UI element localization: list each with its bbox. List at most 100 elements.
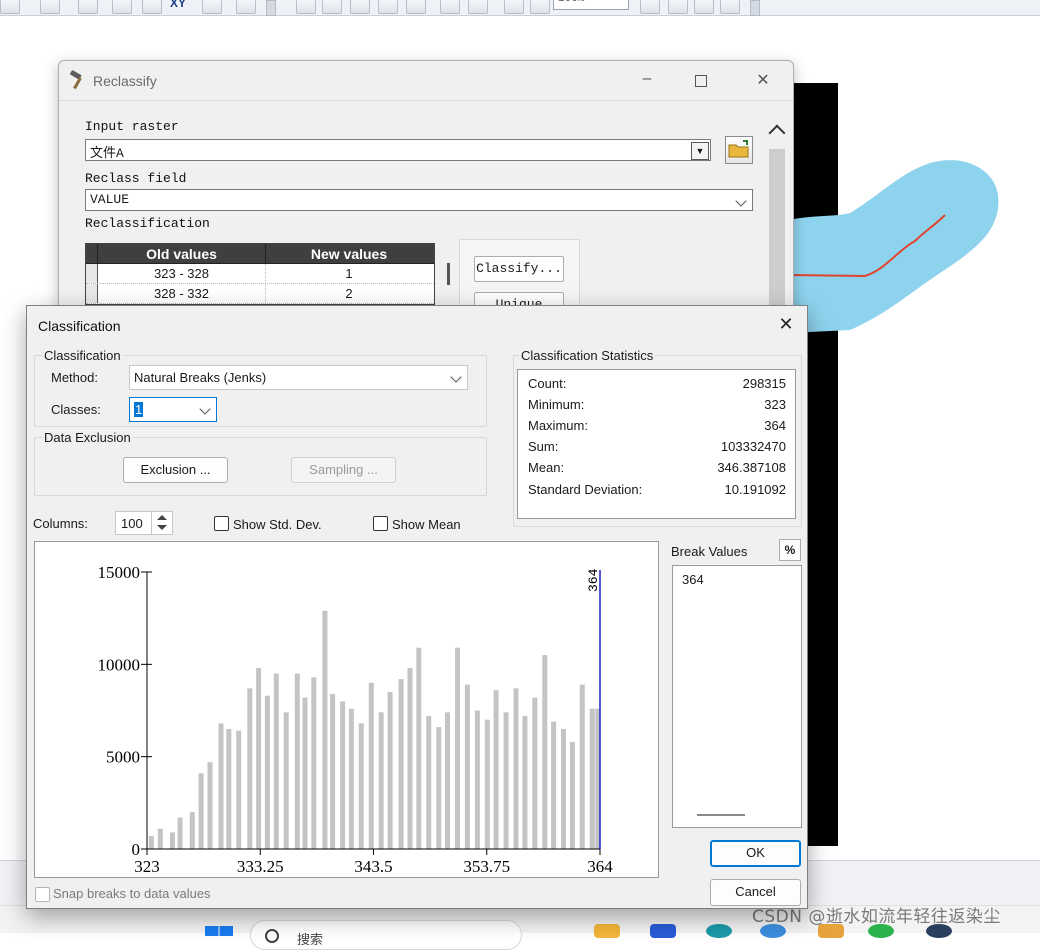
columns-spinner[interactable] — [151, 512, 171, 534]
chevron-down-icon — [735, 195, 747, 207]
histogram-panel[interactable]: 15000 10000 5000 0 323 333.25 343.5 353.75 364 … — [34, 541, 659, 878]
classify-button[interactable]: Classify... — [474, 256, 564, 282]
spin-down-icon[interactable] — [157, 525, 167, 530]
arcmap-toolbar: XY 100% — [0, 0, 1040, 16]
histogram-bar — [522, 716, 528, 849]
input-raster-value: 文件A — [90, 146, 124, 161]
statistics-box: Count: 298315 Minimum: 323 Maximum: 364 Sum… — [517, 369, 796, 519]
classes-label: Classes: — [51, 402, 101, 417]
show-std-dev-checkbox[interactable] — [214, 516, 229, 531]
histogram-bar — [407, 668, 413, 849]
histogram-bar — [398, 679, 404, 849]
zoom-level-select[interactable]: 100% — [553, 0, 629, 10]
snap-breaks-checkbox[interactable] — [35, 887, 50, 902]
new-value-cell[interactable]: 2 — [266, 284, 432, 303]
histogram-bar — [207, 762, 213, 849]
minimize-icon[interactable]: – — [637, 70, 657, 90]
stat-std-dev: Standard Deviation: 10.191092 — [528, 482, 786, 497]
page-icon[interactable] — [530, 0, 550, 14]
columns-icon[interactable] — [694, 0, 714, 14]
page-icon[interactable] — [504, 0, 524, 14]
comment-icon[interactable] — [40, 0, 60, 14]
break-values-list[interactable]: 364 — [672, 565, 802, 828]
add-data-icon[interactable] — [236, 0, 256, 14]
exclusion-button[interactable]: Exclusion ... — [123, 457, 228, 483]
reclass-field-value: VALUE — [90, 192, 130, 207]
layout-view-icon[interactable] — [640, 0, 660, 14]
spin-up-icon[interactable] — [157, 515, 167, 520]
show-mean-checkbox[interactable] — [373, 516, 388, 531]
histogram-bar — [542, 655, 548, 849]
close-icon[interactable]: ✕ — [753, 70, 773, 90]
xy-tool-icon[interactable]: XY — [170, 0, 186, 10]
histogram-bar — [169, 832, 175, 849]
reclassify-title: Reclassify — [93, 73, 157, 89]
histogram-bar — [589, 708, 595, 849]
grid-icon[interactable] — [142, 0, 162, 14]
sampling-button[interactable]: Sampling ... — [291, 457, 396, 483]
new-value-cell[interactable]: 1 — [266, 264, 432, 283]
histogram-bar — [513, 688, 519, 849]
chart-icon[interactable] — [720, 0, 740, 14]
classification-dialog: Classification ✕ Classification Method: … — [26, 305, 808, 909]
identify-icon[interactable] — [202, 0, 222, 14]
table-row[interactable]: 328 - 332 2 — [86, 284, 434, 304]
chevron-down-icon[interactable]: ▼ — [691, 142, 709, 160]
reclass-field-select[interactable]: VALUE — [85, 189, 753, 211]
histogram-bar — [330, 693, 336, 849]
histogram-bar — [236, 730, 242, 849]
histogram-bar — [445, 712, 450, 849]
ok-button[interactable]: OK — [710, 840, 801, 867]
classification-group-title: Classification — [42, 348, 123, 363]
x-tick-label: 353.75 — [463, 857, 510, 876]
open-folder-button[interactable] — [725, 136, 753, 164]
show-mean-label: Show Mean — [392, 517, 461, 532]
old-values-header[interactable]: Old values — [98, 244, 266, 263]
layout-tool-icon[interactable] — [378, 0, 398, 14]
data-exclusion-title: Data Exclusion — [42, 430, 133, 445]
histogram-bar — [474, 710, 480, 849]
globe-icon[interactable] — [0, 0, 20, 14]
histogram-bar — [569, 741, 575, 849]
zoom-out-icon[interactable] — [468, 0, 488, 14]
histogram-chart: 150001000050000 323 333.25 343.5 353.75 364 … — [98, 563, 614, 876]
table-icon[interactable] — [668, 0, 688, 14]
classes-select[interactable]: 1 — [129, 397, 217, 422]
ruler-icon[interactable] — [78, 0, 98, 14]
toolbar-overflow-button[interactable] — [750, 0, 760, 16]
close-icon[interactable]: ✕ — [775, 314, 797, 336]
input-raster-select[interactable]: 文件A — [85, 139, 711, 161]
stat-maximum: Maximum: 364 — [528, 418, 786, 433]
percent-toggle-button[interactable]: % — [779, 539, 801, 561]
folder-icon — [728, 140, 749, 158]
windows-start-icon[interactable] — [205, 926, 233, 936]
histogram-bar — [273, 673, 279, 849]
histogram-bar — [189, 812, 195, 849]
histogram-bar — [426, 716, 432, 849]
toolbar-overflow-button[interactable] — [266, 0, 276, 16]
binoculars-icon[interactable] — [112, 0, 132, 14]
layout-tool-icon[interactable] — [296, 0, 316, 14]
table-scrollbar[interactable] — [447, 263, 450, 285]
zoom-in-icon[interactable] — [440, 0, 460, 14]
layout-tool-icon[interactable] — [350, 0, 370, 14]
edge-icon[interactable] — [706, 924, 732, 938]
table-row[interactable]: 323 - 328 1 — [86, 264, 434, 284]
horizontal-scrollbar[interactable] — [697, 814, 745, 816]
new-values-header[interactable]: New values — [266, 244, 432, 263]
cancel-button[interactable]: Cancel — [710, 879, 801, 906]
old-value-cell[interactable]: 323 - 328 — [98, 264, 266, 283]
break-value-item[interactable]: 364 — [682, 572, 704, 587]
taskbar-search[interactable]: 搜索 — [250, 920, 522, 950]
y-tick-label: 15000 — [98, 563, 141, 582]
method-select[interactable]: Natural Breaks (Jenks) — [129, 365, 468, 390]
app-icon[interactable] — [650, 924, 676, 938]
layout-tool-icon[interactable] — [322, 0, 342, 14]
old-value-cell[interactable]: 328 - 332 — [98, 284, 266, 303]
file-explorer-icon[interactable] — [594, 924, 620, 938]
maximize-icon[interactable] — [695, 75, 707, 87]
x-tick-label: 343.5 — [354, 857, 392, 876]
histogram-bar — [322, 610, 328, 849]
classification-title: Classification — [38, 318, 121, 334]
layout-tool-icon[interactable] — [406, 0, 426, 14]
